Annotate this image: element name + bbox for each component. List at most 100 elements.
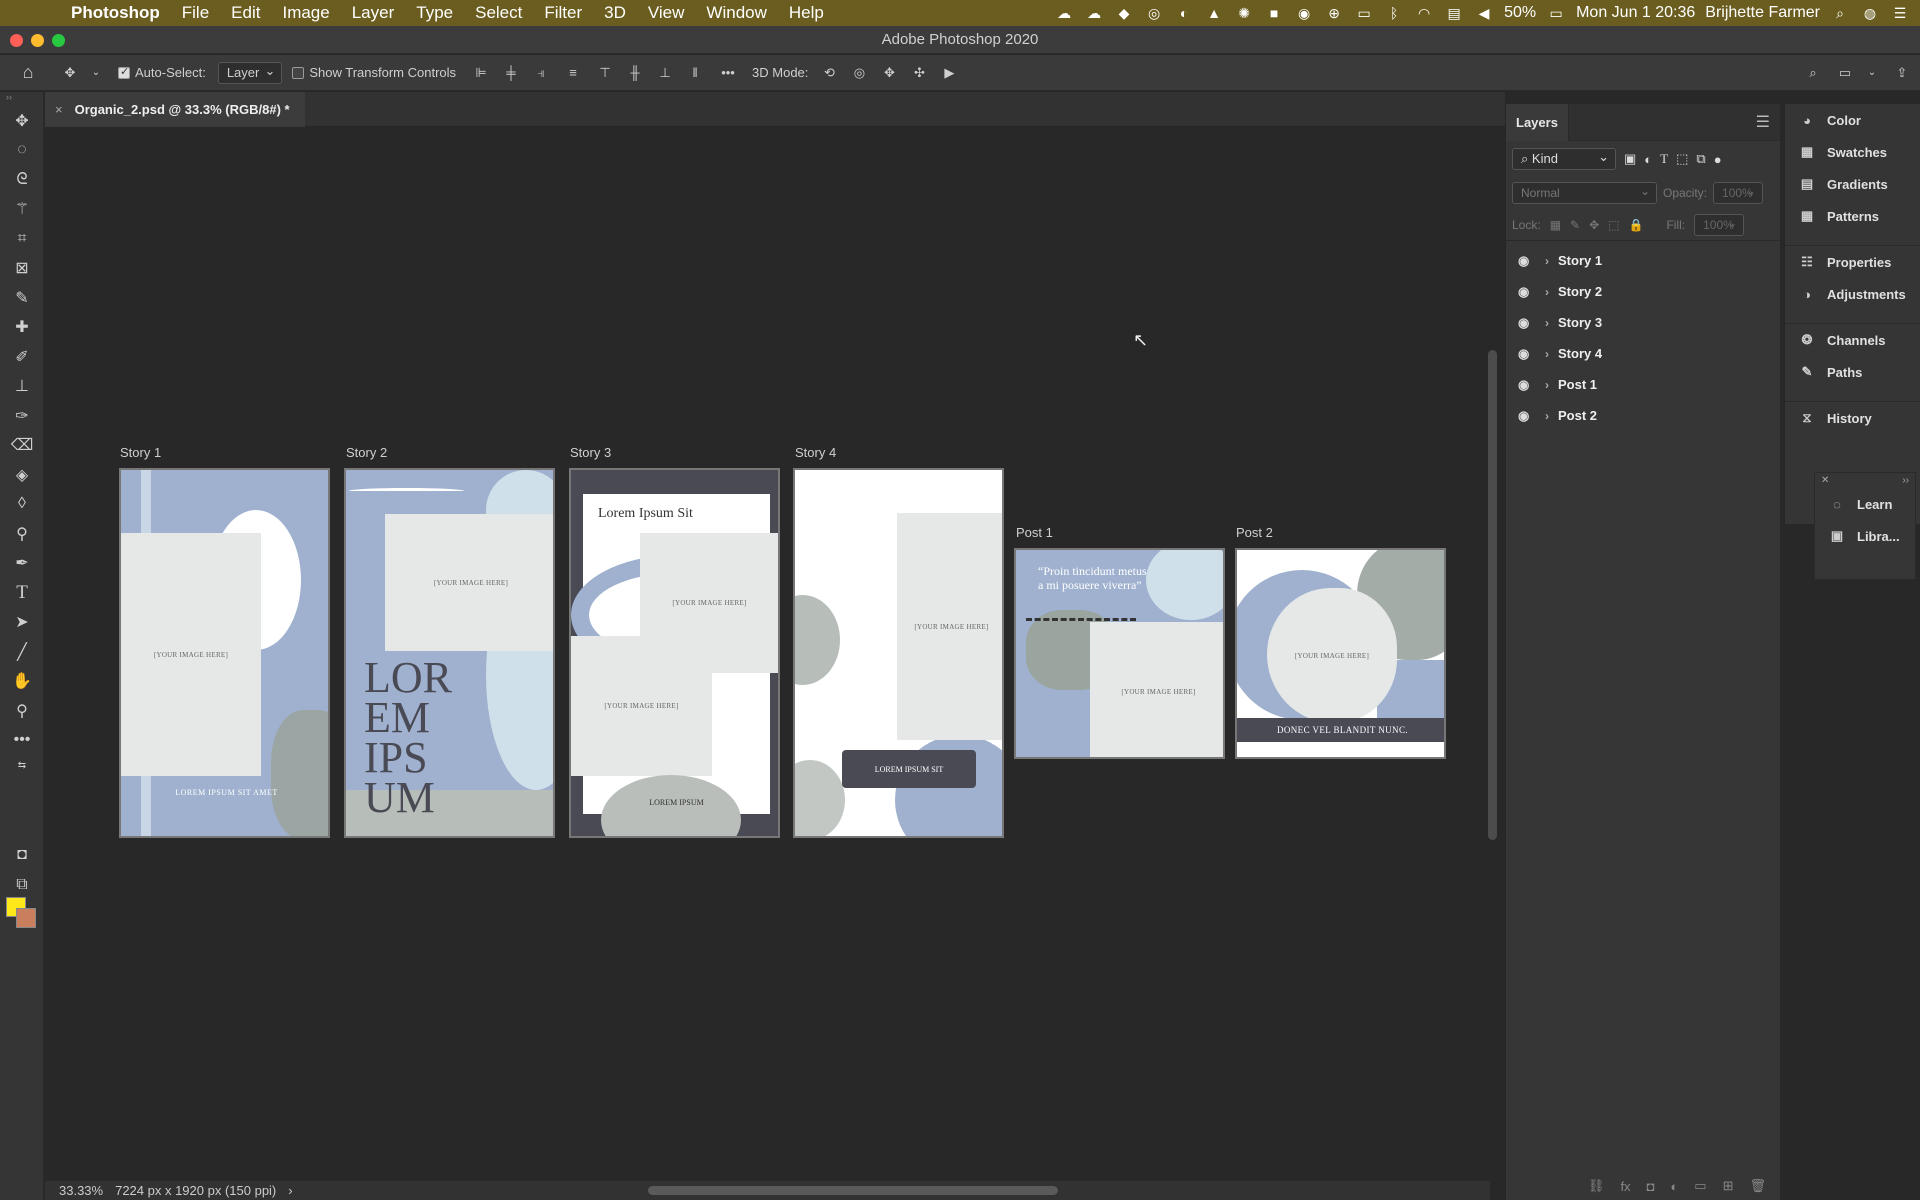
new-adjustment-icon[interactable]: ◐ (1670, 1179, 1678, 1194)
menu-view[interactable]: View (637, 3, 696, 23)
line-tool-icon[interactable]: ╱ (0, 637, 44, 667)
show-transform-checkbox[interactable]: Show Transform Controls (282, 61, 466, 85)
visibility-eye-icon[interactable]: ◉ (1518, 315, 1536, 331)
lock-artboard-icon[interactable]: ⬚ (1608, 218, 1619, 232)
add-mask-icon[interactable]: ◘ (1647, 1179, 1655, 1194)
blur-tool-icon[interactable]: ◊ (0, 490, 44, 520)
cloud-upload-icon[interactable]: ☁ (1054, 5, 1074, 21)
filter-type-icon[interactable]: T (1660, 151, 1668, 167)
filter-pixel-icon[interactable]: ▣ (1624, 151, 1636, 167)
eyedropper-tool-icon[interactable]: ✎ (0, 283, 44, 313)
align-left-icon[interactable]: ⊫ (466, 61, 496, 85)
align-right-icon[interactable]: ⫣ (526, 61, 556, 85)
move-tool-icon[interactable]: ✥ (56, 61, 84, 85)
menu-type[interactable]: Type (405, 3, 464, 23)
fx-icon[interactable]: fx (1620, 1179, 1630, 1194)
filter-kind-dropdown[interactable]: ⌕ Kind (1512, 147, 1616, 170)
auto-select-dropdown[interactable]: Layer (217, 61, 283, 85)
zoom-tool-icon[interactable]: ⚲ (0, 696, 44, 726)
dock-color[interactable]: ◕ Color (1785, 104, 1920, 136)
wifi-icon[interactable]: ◠ (1414, 5, 1434, 21)
visibility-eye-icon[interactable]: ◉ (1518, 253, 1536, 269)
dodge-tool-icon[interactable]: ⚲ (0, 519, 44, 549)
tab-layers[interactable]: Layers (1506, 103, 1569, 141)
workspace-chevron-icon[interactable]: ⌄ (1860, 61, 1884, 85)
align-hcenter-icon[interactable]: ╪ (496, 61, 526, 85)
dock-history[interactable]: ⧖ History (1785, 402, 1920, 434)
opacity-input[interactable]: 100% (1713, 181, 1764, 204)
menu-window[interactable]: Window (695, 3, 777, 23)
lock-all-icon[interactable]: 🔒 (1629, 218, 1644, 232)
artboard-label-story2[interactable]: Story 2 (346, 445, 387, 460)
artboard-label-post2[interactable]: Post 2 (1236, 525, 1273, 540)
horizontal-scrollbar[interactable] (648, 1186, 1058, 1195)
user-name[interactable]: Brijhette Farmer (1705, 4, 1820, 22)
layer-row[interactable]: ◉ › Story 3 (1506, 307, 1780, 338)
hand-tool-icon[interactable]: ✋ (0, 667, 44, 697)
eraser-tool-icon[interactable]: ⌫ (0, 431, 44, 461)
filter-smart-object-icon[interactable]: ⧉ (1696, 151, 1705, 167)
close-tab-icon[interactable]: × (55, 102, 63, 117)
layer-row[interactable]: ◉ › Story 2 (1506, 276, 1780, 307)
new-group-icon[interactable]: ▭ (1694, 1178, 1706, 1194)
battery-percent[interactable]: 50% (1504, 4, 1536, 22)
marquee-tool-icon[interactable]: ◌ (0, 136, 44, 166)
notification-center-icon[interactable]: ☰ (1890, 5, 1910, 21)
filter-shape-icon[interactable]: ⬚ (1676, 151, 1688, 167)
dock-libraries[interactable]: ▣ Libra... (1815, 520, 1915, 552)
auto-select-checkbox[interactable]: Auto-Select: (108, 61, 212, 85)
filter-toggle-icon[interactable]: ● (1714, 152, 1722, 167)
expand-chevron-icon[interactable]: › (1536, 409, 1558, 423)
move-tool-icon[interactable]: ✥ (0, 106, 44, 136)
tool-preset-chevron-icon[interactable]: ⌄ (84, 61, 108, 85)
expand-chevron-icon[interactable]: › (1536, 285, 1558, 299)
battery-icon[interactable]: ▭ (1546, 5, 1566, 21)
swap-colors-icon[interactable]: ⇆ (0, 755, 44, 775)
expand-chevron-icon[interactable]: › (1536, 378, 1558, 392)
menu-3d[interactable]: 3D (593, 3, 637, 23)
lock-position-icon[interactable]: ✥ (1589, 218, 1599, 232)
search-helper-icon[interactable]: ◉ (1294, 5, 1314, 21)
volume-icon[interactable]: ◀ (1474, 5, 1494, 21)
dock-swatches[interactable]: ▦ Swatches (1785, 136, 1920, 168)
airplay-icon[interactable]: ▭ (1354, 5, 1374, 21)
tab-document[interactable]: × Organic_2.psd @ 33.3% (RGB/8#) * (45, 92, 305, 127)
dock-patterns[interactable]: ▦ Patterns (1785, 200, 1920, 232)
distribute-h-icon[interactable]: ≡ (556, 61, 590, 85)
artboard-story1[interactable]: [YOUR IMAGE HERE] LOREM IPSUM SIT AMET (119, 468, 330, 838)
spotlight-icon[interactable]: ⌕ (1830, 5, 1850, 21)
align-vcenter-icon[interactable]: ╫ (620, 61, 650, 85)
stamp-tool-icon[interactable]: ⊥ (0, 372, 44, 402)
status-menu-chevron-icon[interactable]: › (276, 1183, 292, 1198)
layer-row[interactable]: ◉ › Post 2 (1506, 400, 1780, 431)
paint-bucket-tool-icon[interactable]: ◈ (0, 460, 44, 490)
dock-learn[interactable]: ◌ Learn (1815, 488, 1915, 520)
expand-chevron-icon[interactable]: › (1536, 254, 1558, 268)
fill-input[interactable]: 100% (1694, 213, 1745, 236)
menu-filter[interactable]: Filter (533, 3, 593, 23)
lock-pixels-icon[interactable]: ✎ (1570, 218, 1580, 232)
visibility-eye-icon[interactable]: ◉ (1518, 408, 1536, 424)
artboard-story2[interactable]: [YOUR IMAGE HERE] LOR EM IPS UM (344, 468, 555, 838)
menu-file[interactable]: File (171, 3, 220, 23)
visibility-eye-icon[interactable]: ◉ (1518, 284, 1536, 300)
dock-adjustments[interactable]: ◑ Adjustments (1785, 278, 1920, 310)
artboard-post2[interactable]: [YOUR IMAGE HERE] DONEC VEL BLANDIT NUNC… (1235, 548, 1446, 759)
clock[interactable]: Mon Jun 1 20:36 (1576, 4, 1695, 22)
layer-row[interactable]: ◉ › Story 4 (1506, 338, 1780, 369)
sync-icon[interactable]: ◐ (1174, 5, 1194, 21)
cloud-alert-icon[interactable]: ☁ (1084, 5, 1104, 21)
lasso-tool-icon[interactable]: ᘓ (0, 165, 44, 195)
vertical-scrollbar[interactable] (1488, 350, 1497, 840)
menu-help[interactable]: Help (778, 3, 835, 23)
screen-mode-icon[interactable]: ⧉ (0, 870, 44, 900)
distribute-v-icon[interactable]: ‖ (680, 61, 710, 85)
layer-row[interactable]: ◉ › Story 1 (1506, 245, 1780, 276)
canvas-area[interactable]: Story 1 [YOUR IMAGE HERE] LOREM IPSUM SI… (45, 128, 1490, 1180)
quick-mask-icon[interactable]: ◘ (0, 840, 44, 870)
path-selection-tool-icon[interactable]: ➤ (0, 608, 44, 638)
visibility-eye-icon[interactable]: ◉ (1518, 346, 1536, 362)
visibility-eye-icon[interactable]: ◉ (1518, 377, 1536, 393)
menu-app[interactable]: Photoshop (60, 3, 171, 23)
dock-properties[interactable]: ☷ Properties (1785, 246, 1920, 278)
